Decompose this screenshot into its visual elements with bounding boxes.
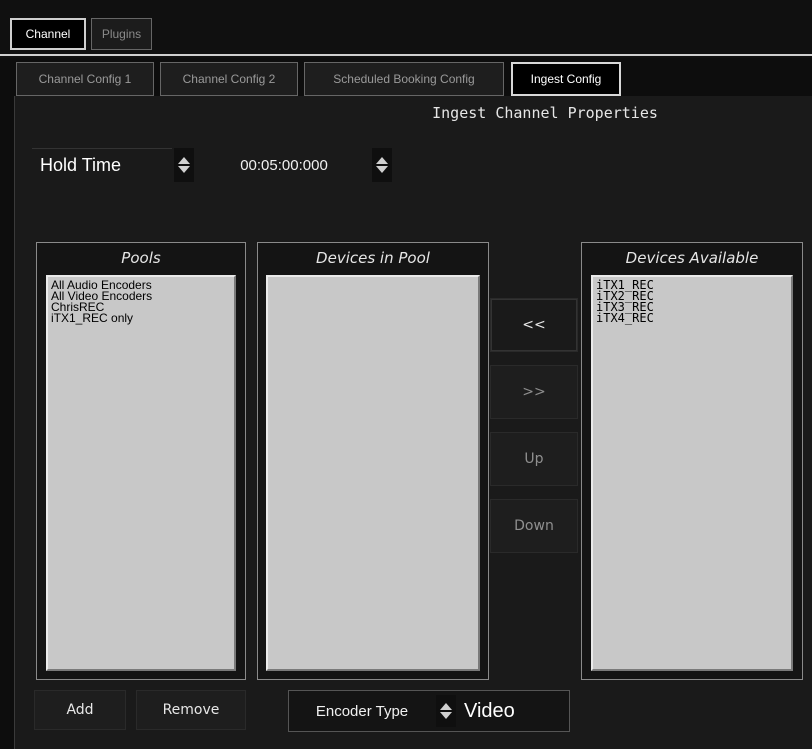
spin-up-icon [178,157,190,164]
hold-time-unit-spinner[interactable] [174,148,194,182]
hold-time-label-text: Hold Time [40,155,122,175]
section-title: Ingest Channel Properties [432,104,658,122]
spin-down-icon [376,166,388,173]
tab-bar-divider [0,54,812,56]
devices-available-list[interactable]: iTX1_REC iTX2_REC iTX3_REC iTX4_REC [591,275,793,671]
move-up-button[interactable]: Up [490,432,578,486]
move-left-button[interactable]: << [490,298,578,352]
remove-button[interactable]: Remove [136,690,246,730]
encoder-type-value[interactable]: Video [464,692,564,730]
devices-available-title: Devices Available [625,249,759,267]
move-down-button[interactable]: Down [490,499,578,553]
spin-up-icon [440,703,452,710]
tab-scheduled-booking-config[interactable]: Scheduled Booking Config [304,62,504,96]
spin-down-icon [178,166,190,173]
tab-channel-config-1[interactable]: Channel Config 1 [16,62,154,96]
encoder-type-spinner[interactable] [436,695,456,727]
pools-title: Pools [121,249,161,267]
spin-down-icon [440,712,452,719]
spin-up-icon [376,157,388,164]
add-button[interactable]: Add [34,690,126,730]
tab-plugins[interactable]: Plugins [91,18,152,50]
hold-time-label: Hold Time [32,148,172,182]
tab-ingest-config[interactable]: Ingest Config [511,62,621,96]
list-item[interactable]: iTX1_REC only [51,312,231,324]
devices-in-pool-title: Devices in Pool [316,249,430,267]
devices-in-pool-list[interactable] [266,275,480,671]
tab-channel[interactable]: Channel [10,18,86,50]
encoder-type-label: Encoder Type [315,702,409,720]
pools-list[interactable]: All Audio Encoders All Video Encoders Ch… [46,275,236,671]
hold-time-value[interactable]: 00:05:00:000 [196,148,372,182]
hold-time-value-spinner[interactable] [372,148,392,182]
move-right-button[interactable]: >> [490,365,578,419]
tab-channel-config-2[interactable]: Channel Config 2 [160,62,298,96]
list-item[interactable]: iTX4_REC [596,312,788,324]
